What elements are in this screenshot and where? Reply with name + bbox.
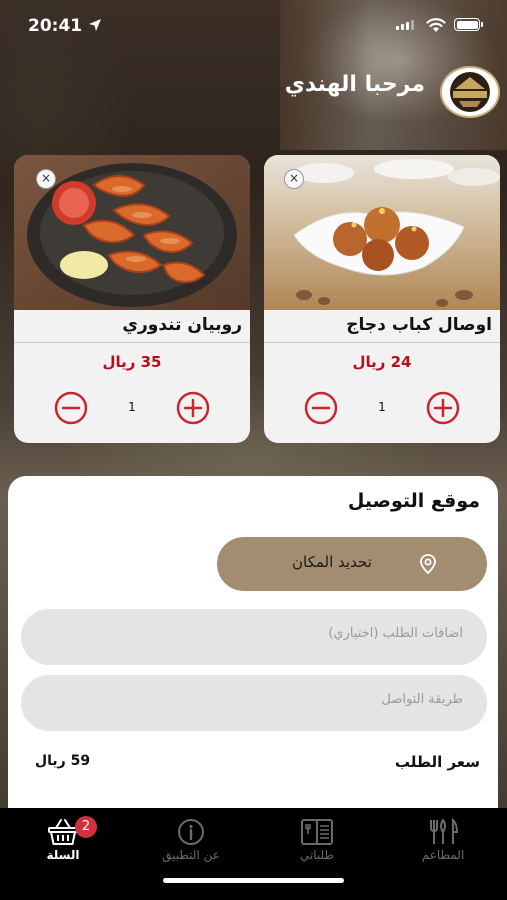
item-name: اوصال كباب دجاج [346,315,492,335]
decrease-quantity-button[interactable] [54,391,88,425]
basket-icon [48,819,78,845]
increase-quantity-button[interactable] [176,391,210,425]
tab-restaurants-label: المطاعم [421,848,465,862]
tab-cart[interactable]: 2 السلة [8,814,118,876]
item-price: 24 ريال [352,353,412,371]
status-time: 20:41 [28,16,83,36]
home-indicator [163,878,344,883]
cart-count-badge: 2 [75,816,97,838]
order-price-value: 59 ريال [35,753,91,769]
status-bar: 20:41 [0,0,507,50]
divider [264,342,500,343]
order-additions-input[interactable]: اضافات الطلب (اختياري) [21,609,487,665]
item-quantity: 1 [378,400,386,414]
tab-cart-label: السلة [46,848,80,862]
item-name: روبيان تندوري [122,315,242,335]
tab-restaurants[interactable]: المطاعم [388,814,498,876]
tab-orders[interactable]: طلباتي [262,814,372,876]
menu-book-icon [301,819,333,845]
cart-item-card: × اوصال كباب دجاج 24 ريال 1 [264,155,500,443]
item-quantity: 1 [128,400,136,414]
order-price-label: سعر الطلب [394,753,480,771]
contact-method-input[interactable]: طريقة التواصل [21,675,487,731]
info-icon [178,819,204,845]
cutlery-icon [430,818,459,844]
greeting-title: مرحبا الهندي [284,72,425,97]
tab-bar: 2 السلة عن التطبيق طلباتي المطاعم [0,808,507,900]
battery-icon [454,18,480,31]
tab-about-label: عن التطبيق [162,848,220,862]
tab-about[interactable]: عن التطبيق [136,814,246,876]
battery-tip [481,22,483,27]
divider [14,342,250,343]
item-price: 35 ريال [102,353,162,371]
location-arrow-icon [89,19,101,31]
order-additions-placeholder: اضافات الطلب (اختياري) [328,626,463,641]
locate-button[interactable]: تحديد المكان [217,537,487,591]
cellular-signal-icon [396,20,414,30]
contact-method-placeholder: طريقة التواصل [381,692,463,707]
restaurant-logo [440,66,500,118]
cart-item-card: × روبيان تندوري 35 ريال 1 [14,155,250,443]
decrease-quantity-button[interactable] [304,391,338,425]
tab-orders-label: طلباتي [299,848,335,862]
increase-quantity-button[interactable] [426,391,460,425]
locate-button-label: تحديد المكان [292,553,372,571]
delivery-panel: موقع التوصيل تحديد المكان اضافات الطلب (… [8,476,498,808]
remove-item-button[interactable]: × [36,169,56,189]
wifi-icon [426,18,446,32]
remove-item-button[interactable]: × [284,169,304,189]
panel-title: موقع التوصيل [347,490,480,512]
location-pin-icon [420,554,436,575]
